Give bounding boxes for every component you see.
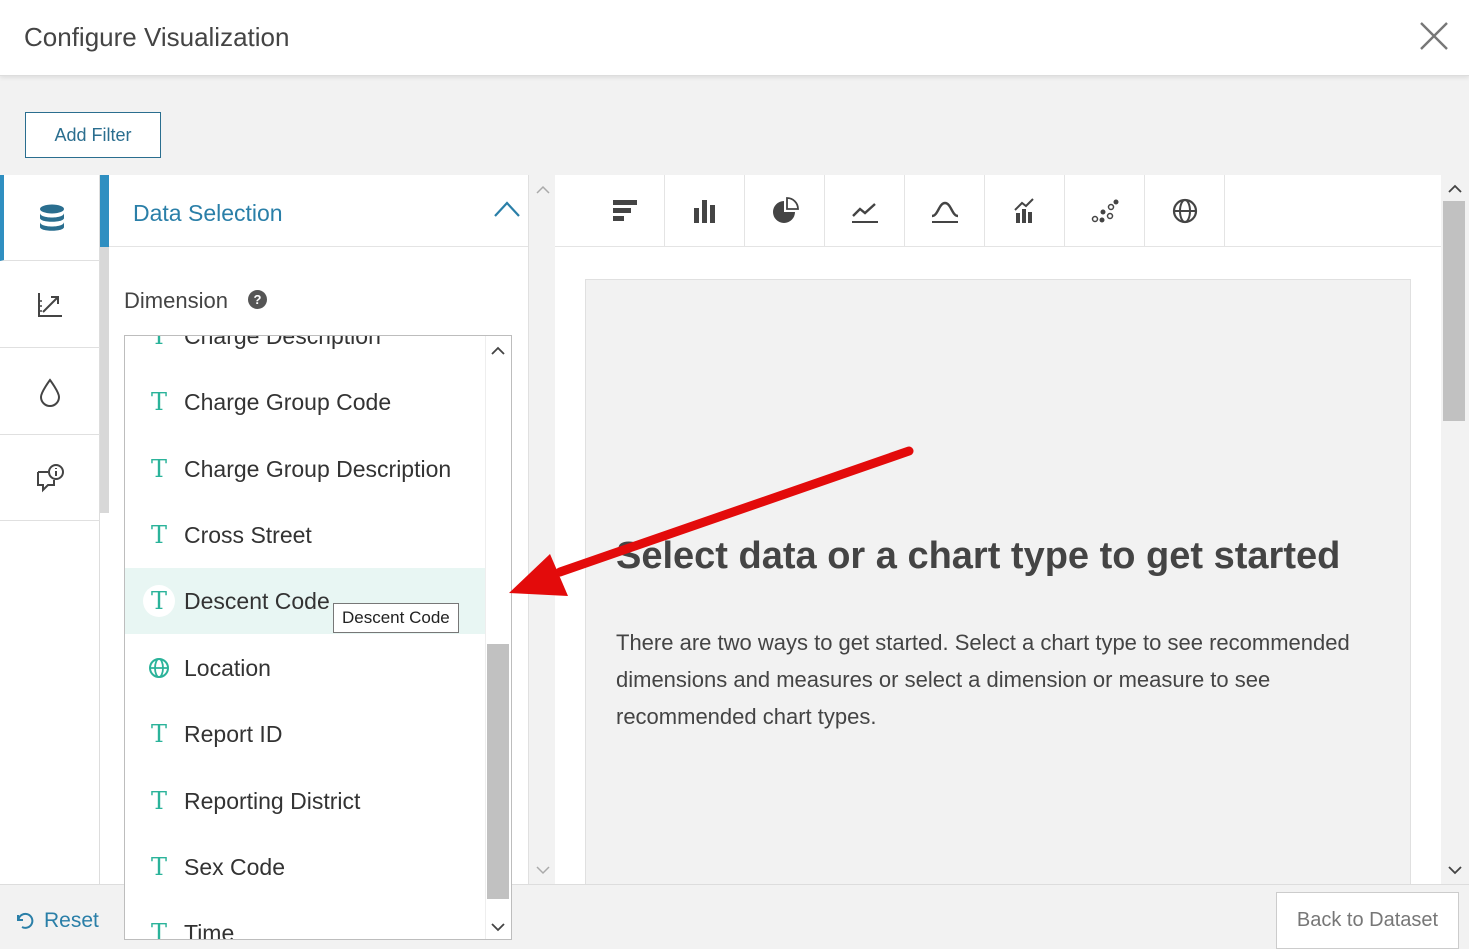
list-item[interactable]: T Charge Description [125, 335, 485, 369]
chart-type-pie[interactable] [745, 175, 825, 247]
list-scroll-thumb[interactable] [487, 644, 509, 899]
data-selection-header[interactable]: Data Selection [109, 175, 528, 247]
side-rail [0, 175, 100, 884]
list-item[interactable]: T Report ID [125, 701, 485, 767]
dimension-list[interactable]: T Charge Description T Charge Group Code… [124, 335, 512, 940]
list-item[interactable]: T Sex Code [125, 834, 485, 900]
rail-tab-info[interactable] [0, 435, 100, 521]
text-type-icon: T [150, 455, 167, 483]
empty-state-heading: Select data or a chart type to get start… [616, 535, 1341, 577]
list-item-label: Cross Street [184, 521, 312, 548]
panel-strip [100, 175, 109, 513]
chart-area: Select data or a chart type to get start… [555, 175, 1441, 884]
reset-label: Reset [44, 909, 99, 932]
scatter-chart-icon [1091, 199, 1118, 223]
data-icon [40, 204, 64, 231]
dimension-label: Dimension [124, 288, 228, 313]
chevron-up-icon[interactable] [493, 199, 521, 219]
list-item[interactable]: T Time [125, 900, 485, 940]
scroll-up-icon[interactable] [489, 344, 507, 358]
area-chart-icon [931, 201, 958, 223]
list-item-label: Time [184, 919, 235, 940]
scroll-down-icon[interactable] [1446, 863, 1464, 877]
reset-button[interactable]: Reset [14, 909, 99, 933]
list-item[interactable]: T Reporting District [125, 768, 485, 834]
empty-state-body: There are two ways to get started. Selec… [616, 630, 1350, 729]
chart-type-column[interactable] [665, 175, 745, 247]
list-item-label: Report ID [184, 720, 283, 747]
dialog-title: Configure Visualization [24, 22, 290, 52]
list-item-label: Charge Group Code [184, 388, 392, 415]
scroll-up-icon[interactable] [534, 183, 552, 197]
text-type-icon: T [150, 787, 167, 815]
list-item-label: Charge Description [184, 335, 381, 349]
chart-type-scatter[interactable] [1065, 175, 1145, 247]
text-type-icon: T [150, 388, 167, 416]
data-selection-title: Data Selection [133, 200, 283, 226]
rail-tab-data[interactable] [0, 175, 100, 261]
chart-type-combo[interactable] [985, 175, 1065, 247]
empty-state: Select data or a chart type to get start… [585, 279, 1411, 884]
chart-type-horizontal-bar[interactable] [585, 175, 665, 247]
text-type-icon: T [150, 853, 167, 881]
list-item-label: Location [184, 654, 271, 681]
list-item-label: Charge Group Description [184, 455, 452, 482]
scroll-up-icon[interactable] [1446, 182, 1464, 196]
help-icon[interactable]: ? [248, 290, 267, 309]
list-item-label: Descent Code [184, 587, 330, 614]
info-comment-icon [37, 463, 64, 492]
tooltip: Descent Code [333, 603, 459, 633]
rail-tab-axis[interactable] [0, 262, 100, 348]
text-type-icon: T [150, 521, 167, 549]
horizontal-bar-icon [612, 200, 637, 221]
undo-icon [17, 912, 34, 929]
list-item[interactable]: T Charge Group Code [125, 369, 485, 435]
main-scroll-thumb[interactable] [1443, 201, 1465, 421]
list-item[interactable]: Location [125, 635, 485, 701]
list-item[interactable]: T Cross Street [125, 502, 485, 568]
rail-tab-color[interactable] [0, 349, 100, 435]
scroll-down-icon[interactable] [489, 920, 507, 934]
main-scrollbar[interactable] [1441, 175, 1469, 884]
active-indicator [100, 175, 109, 247]
text-type-icon: T [150, 720, 167, 748]
list-item[interactable]: T Charge Group Description [125, 436, 485, 502]
dialog-header: Configure Visualization [0, 0, 1469, 76]
list-scrollbar[interactable] [485, 336, 511, 939]
add-filter-button[interactable]: Add Filter [25, 112, 161, 158]
text-type-icon: T [150, 335, 167, 350]
text-type-icon: T [143, 585, 175, 617]
close-icon[interactable] [1418, 20, 1450, 52]
map-globe-icon [1172, 198, 1197, 224]
list-item-label: Reporting District [184, 787, 361, 814]
globe-type-icon [143, 652, 175, 684]
chart-type-line[interactable] [825, 175, 905, 247]
column-chart-icon [693, 200, 715, 223]
list-item-label: Sex Code [184, 853, 286, 880]
axis-chart-icon [38, 292, 62, 317]
color-drop-icon [39, 377, 61, 407]
pie-chart-icon [772, 197, 799, 223]
scroll-down-icon[interactable] [534, 863, 552, 877]
back-to-dataset-button[interactable]: Back to Dataset [1276, 892, 1459, 949]
combo-chart-icon [1013, 198, 1034, 223]
text-type-icon: T [150, 919, 167, 940]
chart-type-toolbar [555, 175, 1441, 247]
chart-type-map[interactable] [1145, 175, 1225, 247]
line-chart-icon [851, 203, 878, 223]
chart-type-area[interactable] [905, 175, 985, 247]
panel-scrollbar[interactable] [528, 175, 555, 884]
